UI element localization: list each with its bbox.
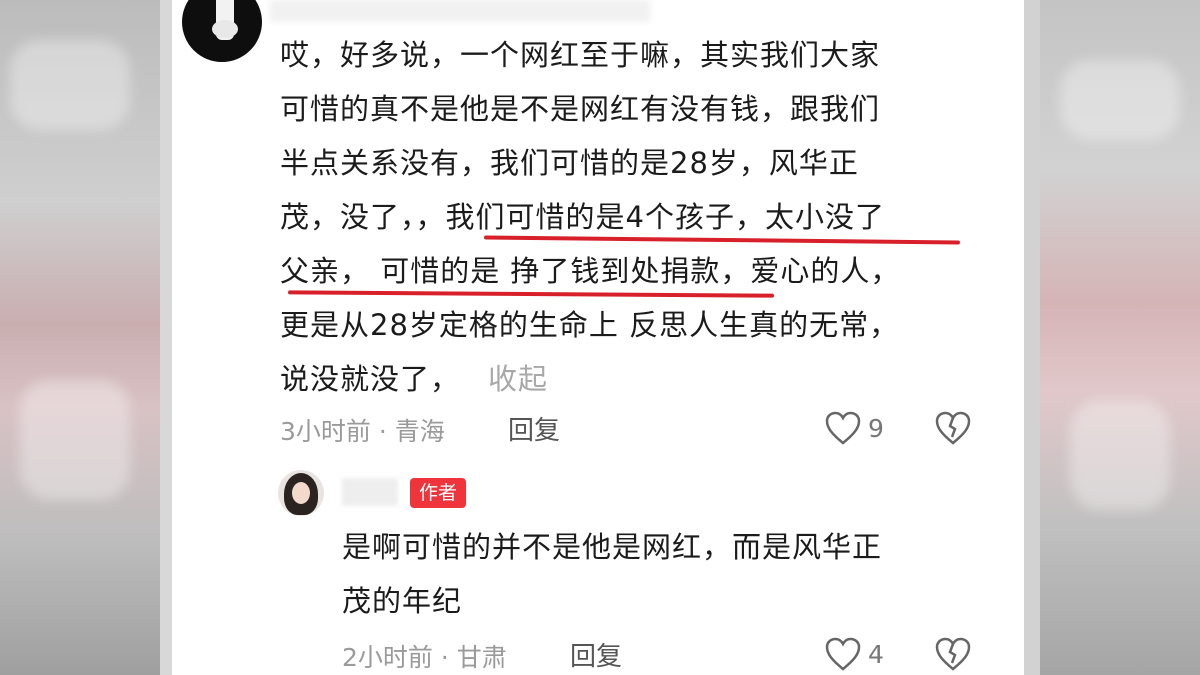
author-name-redacted: [342, 478, 398, 506]
reply-text: 是啊可惜的并不是他是网红，而是风华正 茂的年纪: [342, 520, 982, 628]
comment-line: 父亲， 可惜的是 挣了钱到处捐款，爱心的人，: [280, 254, 901, 288]
comment-line: 说没就没了， 收起: [280, 352, 980, 406]
comment-line: 更是从28岁定格的生命上 反思人生真的无常，: [280, 308, 900, 342]
reply-line: 茂的年纪: [342, 584, 463, 618]
comment-line: 半点关系没有，我们可惜的是28岁，风华正: [280, 146, 859, 180]
blurred-backdrop-left: [0, 0, 160, 675]
dislike-button[interactable]: [934, 636, 972, 675]
like-button[interactable]: 4: [824, 636, 884, 672]
dislike-button[interactable]: [934, 410, 972, 450]
comment-line: 哎，好多说，一个网红至于嘛，其实我们大家: [280, 38, 881, 72]
panel-edge: [160, 0, 172, 675]
heart-icon: [825, 637, 861, 671]
reply-line: 是啊可惜的并不是他是网红，而是风华正: [342, 530, 883, 564]
comment-line-text: 说没就没了，: [280, 362, 461, 396]
commenter-avatar[interactable]: [182, 0, 262, 62]
broken-heart-icon: [935, 411, 971, 445]
panel-edge: [1024, 0, 1040, 675]
collapse-link[interactable]: 收起: [488, 362, 548, 396]
comment-line: 可惜的真不是他是不是网红有没有钱，跟我们: [280, 92, 881, 126]
heart-icon: [825, 411, 861, 445]
comment-text: 哎，好多说，一个网红至于嘛，其实我们大家 可惜的真不是他是不是网红有没有钱，跟我…: [280, 28, 980, 406]
like-count: 4: [868, 639, 884, 669]
reply-button[interactable]: 回复: [570, 636, 622, 673]
reply-meta: 2小时前 · 甘肃: [342, 643, 507, 672]
reply-button[interactable]: 回复: [508, 410, 560, 447]
comment-meta: 3小时前 · 青海: [280, 417, 445, 446]
broken-heart-icon: [935, 637, 971, 671]
comment-line: 茂，没了，，我们可惜的是4个孩子，太小没了: [280, 200, 885, 234]
author-badge: 作者: [410, 478, 467, 508]
blurred-backdrop-right: [1040, 0, 1200, 675]
like-count: 9: [868, 413, 884, 443]
comment-panel: 哎，好多说，一个网红至于嘛，其实我们大家 可惜的真不是他是不是网红有没有钱，跟我…: [160, 0, 1040, 675]
like-button[interactable]: 9: [824, 410, 884, 446]
commenter-name-redacted: [270, 0, 650, 22]
author-avatar[interactable]: [278, 470, 324, 516]
